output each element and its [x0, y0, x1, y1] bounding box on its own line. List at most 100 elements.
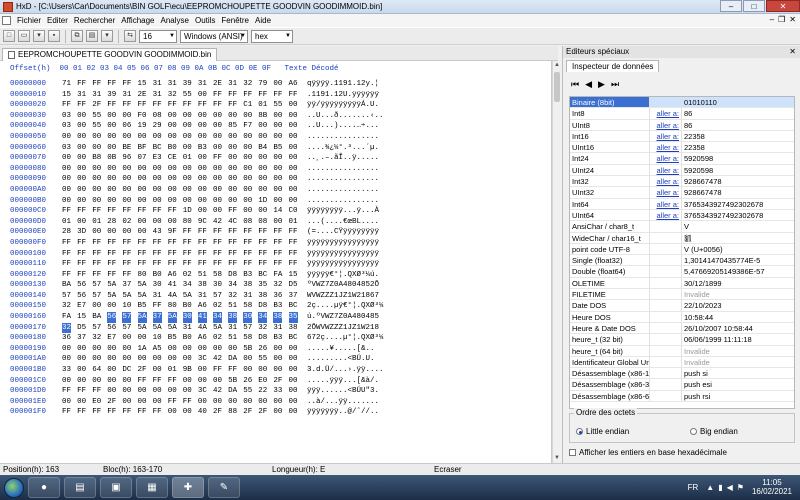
hex-byte[interactable]: BC	[258, 270, 267, 281]
hex-byte[interactable]: 35	[258, 280, 267, 291]
hex-row-text[interactable]: ÿÿ/ÿÿÿÿÿÿÿÿÿÁ.U.	[307, 100, 379, 111]
inspector-value[interactable]: 26/10/2007 10:58:44	[682, 323, 794, 333]
inspector-row[interactable]: Identificateur Global Unique Invalide	[570, 356, 794, 369]
hex-byte[interactable]: 55	[243, 386, 252, 397]
hex-byte[interactable]: 02	[213, 333, 222, 344]
hex-byte[interactable]: 00	[122, 386, 131, 397]
inspector-value[interactable]: 3765343927492302678	[682, 210, 794, 220]
hex-byte[interactable]: 00	[183, 185, 192, 196]
hex-row-text[interactable]: 3.d.Ü/...›.ÿÿ....	[307, 365, 384, 376]
hex-byte[interactable]: 00	[198, 344, 207, 355]
hex-byte[interactable]: 00	[168, 164, 177, 175]
hex-row-text[interactable]: ................	[307, 132, 379, 143]
hex-row-text[interactable]: qÿÿÿÿ.1191.12y.¦	[307, 79, 379, 90]
hex-byte[interactable]: 2F	[107, 397, 116, 408]
hex-byte[interactable]: FF	[243, 227, 252, 238]
hex-byte[interactable]: 01	[92, 217, 101, 228]
hex-byte[interactable]: FF	[228, 259, 237, 270]
hex-row-text[interactable]: ....¾¿¼°.³...´µ.	[307, 143, 379, 154]
hex-byte[interactable]: FF	[77, 79, 86, 90]
hex-row[interactable]: 00000060 03 00 00 00 BE BF BC B0 00 B3 00 00 00 B4 B5 00…	[0, 143, 550, 154]
hex-byte[interactable]: 00	[228, 143, 237, 154]
hex-byte[interactable]: 51	[198, 270, 207, 281]
hex-row[interactable]: 00000090 00 00 00 00 00 00 00 00 00 00 00 00 00 00 00 00…	[0, 174, 550, 185]
hex-byte[interactable]: 58	[243, 301, 252, 312]
hex-byte[interactable]: 31	[183, 323, 192, 334]
hex-byte[interactable]: 00	[153, 217, 162, 228]
hex-byte[interactable]: 4A	[198, 323, 207, 334]
inspector-row[interactable]: Int16 aller a: 22358	[570, 130, 794, 143]
hex-byte[interactable]: DA	[228, 354, 237, 365]
hex-byte[interactable]: 30	[153, 280, 162, 291]
inspector-value[interactable]: 928667478	[682, 176, 794, 186]
hex-byte[interactable]: FF	[228, 100, 237, 111]
inspector-row[interactable]: AnsiChar / char8_t V	[570, 221, 794, 233]
hex-byte[interactable]: 34	[228, 280, 237, 291]
hex-byte[interactable]: 00	[243, 397, 252, 408]
hex-byte[interactable]: 4C	[228, 217, 237, 228]
hex-byte[interactable]: FF	[77, 100, 86, 111]
hex-row[interactable]: 00000190 00 00 00 00 00 1A A5 00 00 00 00 00 5B 26 00 00…	[0, 344, 550, 355]
hex-byte[interactable]: 34	[183, 280, 192, 291]
hex-byte[interactable]: 00	[122, 196, 131, 207]
hex-byte[interactable]: 32	[258, 323, 267, 334]
hex-byte[interactable]: 42	[213, 354, 222, 365]
hex-byte[interactable]: E3	[153, 153, 162, 164]
hex-byte[interactable]: 1D	[183, 206, 192, 217]
hex-byte[interactable]: 00	[289, 153, 298, 164]
scrollbar-thumb[interactable]	[554, 72, 560, 102]
tab-data-inspector[interactable]: Inspecteur de données	[566, 60, 660, 72]
hex-byte[interactable]: FF	[289, 238, 298, 249]
hex-byte[interactable]: 57	[92, 291, 101, 302]
hex-byte[interactable]: 00	[198, 111, 207, 122]
hex-byte[interactable]: F0	[138, 111, 147, 122]
menu-editer[interactable]: Editer	[44, 16, 71, 25]
hex-byte[interactable]: FF	[92, 407, 101, 418]
hex-byte[interactable]: 32	[168, 90, 177, 101]
hex-byte[interactable]: FF	[77, 206, 86, 217]
hex-byte[interactable]: 56	[77, 280, 86, 291]
hex-row[interactable]: 000000A0 00 00 00 00 00 00 00 00 00 00 00 00 00 00 00 00…	[0, 185, 550, 196]
inspector-value[interactable]: 22358	[682, 131, 794, 141]
hex-byte[interactable]: 00	[122, 333, 131, 344]
hex-row[interactable]: 000000C0 FF FF FF FF FF FF FF FF 1D 00 00 FF 00 00 14 C0…	[0, 206, 550, 217]
columns-select[interactable]: 16 ▼	[139, 29, 177, 43]
scroll-up-icon[interactable]: ▲	[553, 61, 561, 70]
hex-byte[interactable]: FF	[153, 249, 162, 260]
hex-byte[interactable]: FF	[258, 90, 267, 101]
hex-byte[interactable]: 00	[243, 365, 252, 376]
hex-byte[interactable]: 31	[122, 90, 131, 101]
hex-byte[interactable]: FF	[77, 270, 86, 281]
goto-link[interactable]: aller a:	[650, 176, 682, 187]
inspector-row[interactable]: Int8 aller a: 86	[570, 108, 794, 120]
hex-byte[interactable]: 00	[273, 185, 282, 196]
inspector-row[interactable]: Désassemblage (x86-64) push rsi	[570, 390, 794, 403]
hex-byte[interactable]: FF	[243, 90, 252, 101]
menu-fenetre[interactable]: Fenêtre	[218, 16, 252, 25]
hex-byte[interactable]: FF	[122, 259, 131, 270]
hex-byte[interactable]: 36	[62, 333, 71, 344]
hex-byte[interactable]: 57	[62, 291, 71, 302]
hex-byte[interactable]: 00	[213, 164, 222, 175]
hex-byte[interactable]: 00	[198, 174, 207, 185]
hex-byte[interactable]: FF	[138, 407, 147, 418]
hex-byte[interactable]: FF	[168, 376, 177, 387]
hex-byte[interactable]: FF	[62, 100, 71, 111]
hex-byte[interactable]: 55	[273, 100, 282, 111]
hex-byte[interactable]: 00	[198, 121, 207, 132]
hex-byte[interactable]: 00	[168, 386, 177, 397]
hex-byte[interactable]: 00	[289, 365, 298, 376]
hex-byte[interactable]: B8	[92, 153, 101, 164]
inspector-row[interactable]: Heure & Date DOS 26/10/2007 10:58:44	[570, 322, 794, 335]
hex-byte[interactable]: 00	[258, 132, 267, 143]
hex-byte[interactable]: 00	[138, 386, 147, 397]
inspector-row[interactable]: UInt24 aller a: 5920598	[570, 164, 794, 177]
hex-row-text[interactable]: .....¥.....[&..	[307, 344, 375, 355]
hex-byte[interactable]: 10	[122, 301, 131, 312]
hex-byte[interactable]: 00	[168, 111, 177, 122]
hex-byte[interactable]: 2F	[213, 407, 222, 418]
hex-byte[interactable]: 64	[92, 365, 101, 376]
inspector-value[interactable]: push esi	[682, 379, 794, 389]
hex-byte[interactable]: 57	[92, 323, 101, 334]
hex-byte[interactable]: 00	[107, 344, 116, 355]
